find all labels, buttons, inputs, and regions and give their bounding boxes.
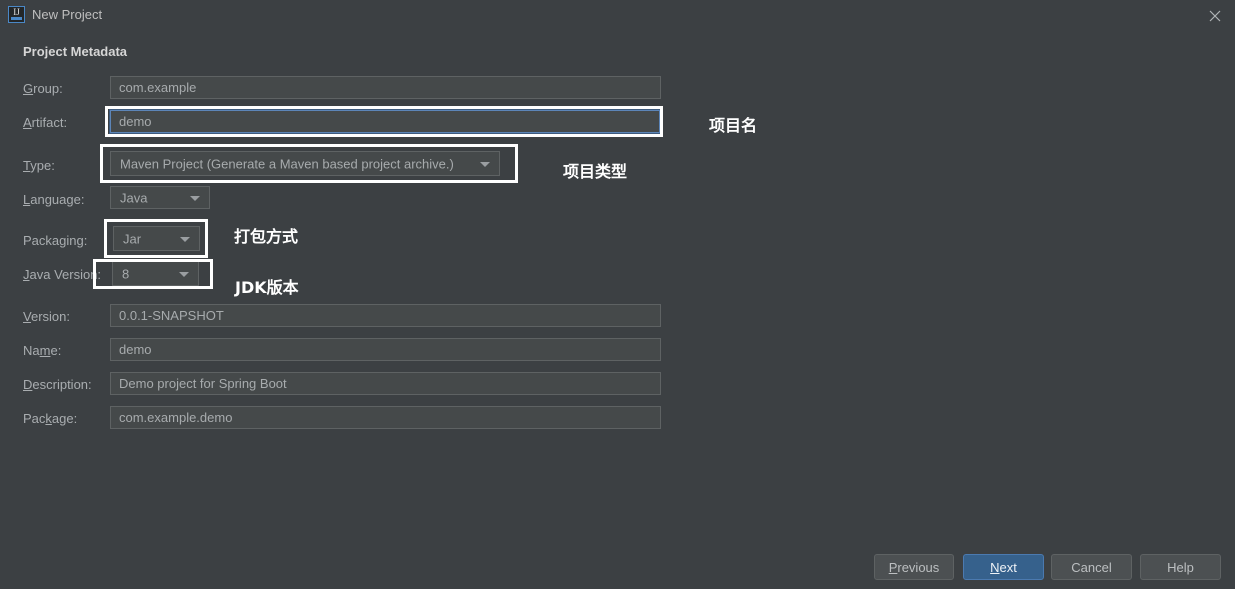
version-input[interactable]: 0.0.1-SNAPSHOT: [110, 304, 661, 327]
chevron-down-icon: [190, 195, 200, 201]
annotation-label-packaging: 打包方式: [234, 227, 299, 246]
help-button[interactable]: Help: [1140, 554, 1221, 580]
java-version-label: Java Version:: [23, 267, 102, 282]
next-button[interactable]: Next: [963, 554, 1044, 580]
group-label: Group:: [23, 81, 63, 96]
cancel-button[interactable]: Cancel: [1051, 554, 1132, 580]
chevron-down-icon: [179, 271, 189, 277]
cancel-button-label: Cancel: [1071, 559, 1112, 575]
language-dropdown[interactable]: Java: [110, 186, 210, 209]
type-value-hint: (Generate a Maven based project archive.…: [206, 156, 454, 171]
window-title: New Project: [32, 7, 103, 22]
group-input[interactable]: com.example: [110, 76, 661, 99]
next-button-label: Next: [990, 559, 1017, 575]
title-bar: IJ New Project: [0, 0, 1235, 29]
previous-button-label: Previous: [888, 559, 940, 575]
package-value: com.example.demo: [119, 410, 233, 425]
description-value: Demo project for Spring Boot: [119, 376, 287, 391]
type-value-main: Maven Project: [120, 156, 204, 171]
intellij-idea-icon: IJ: [8, 6, 25, 23]
annotation-label-project-type: 项目类型: [563, 162, 628, 181]
app-icon-underline: [11, 17, 22, 20]
chevron-down-icon: [180, 236, 190, 242]
packaging-dropdown[interactable]: Jar: [113, 226, 200, 251]
type-label: Type:: [23, 158, 55, 173]
artifact-input[interactable]: demo: [109, 109, 661, 134]
version-value: 0.0.1-SNAPSHOT: [119, 308, 224, 323]
description-input[interactable]: Demo project for Spring Boot: [110, 372, 661, 395]
language-value: Java: [120, 190, 148, 205]
language-label: Language:: [23, 192, 85, 207]
description-label: Description:: [23, 377, 92, 392]
page-title: Project Metadata: [23, 44, 128, 59]
version-label: Version:: [23, 309, 70, 324]
chevron-down-icon: [480, 161, 490, 167]
artifact-label: Artifact:: [23, 115, 68, 130]
packaging-value: Jar: [123, 231, 142, 246]
java-version-dropdown[interactable]: 8: [112, 261, 199, 286]
type-dropdown[interactable]: Maven Project (Generate a Maven based pr…: [110, 151, 500, 176]
group-value: com.example: [119, 80, 197, 95]
java-version-value: 8: [122, 266, 130, 281]
help-button-label: Help: [1167, 559, 1194, 575]
close-glyph: [1209, 10, 1221, 22]
annotation-label-project-name: 项目名: [709, 116, 758, 135]
name-label: Name:: [23, 343, 62, 358]
package-input[interactable]: com.example.demo: [110, 406, 661, 429]
name-input[interactable]: demo: [110, 338, 661, 361]
annotation-label-jdk-version: JDK版本: [235, 278, 299, 297]
artifact-value: demo: [119, 114, 152, 129]
previous-button[interactable]: Previous: [874, 554, 954, 580]
type-value: Maven Project (Generate a Maven based pr…: [120, 156, 454, 171]
packaging-label: Packaging:: [23, 233, 88, 248]
close-icon[interactable]: [1203, 4, 1227, 26]
package-label: Package:: [23, 411, 78, 426]
name-value: demo: [119, 342, 152, 357]
